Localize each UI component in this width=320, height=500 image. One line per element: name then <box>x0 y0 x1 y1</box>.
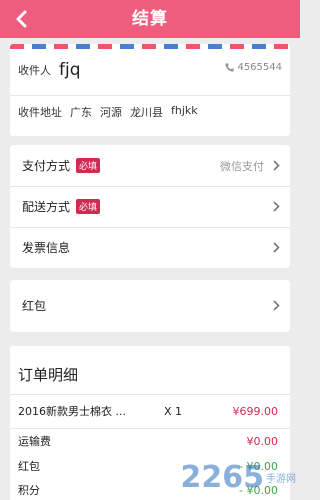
address-county: 龙川县 <box>130 106 163 119</box>
fee-label: 积分 <box>18 484 40 497</box>
watermark-text: 2265 <box>180 459 265 495</box>
airmail-border <box>10 44 290 49</box>
address-province: 广东 <box>70 106 92 119</box>
item-quantity: X 1 <box>164 404 183 418</box>
invoice-info-row[interactable]: 发票信息 <box>10 227 290 268</box>
address-detail: fhjkk <box>171 104 198 117</box>
required-badge: 必填 <box>76 199 101 214</box>
payment-method-value: 微信支付 <box>220 159 264 173</box>
address-city: 河源 <box>100 106 122 119</box>
chevron-right-icon <box>273 300 280 311</box>
payment-method-row[interactable]: 支付方式 必填 微信支付 <box>10 145 290 186</box>
fee-amount: ¥0.00 <box>246 434 279 448</box>
invoice-info-label: 发票信息 <box>22 241 71 255</box>
chevron-right-icon <box>273 201 280 212</box>
red-packet-card: 红包 <box>10 280 290 332</box>
divider <box>10 95 290 96</box>
watermark-subtext: 手游网 <box>266 473 296 485</box>
shipping-fee-row: 运输费 ¥0.00 <box>18 432 282 450</box>
red-packet-row[interactable]: 红包 <box>10 285 290 326</box>
delivery-method-row[interactable]: 配送方式 必填 <box>10 186 290 227</box>
recipient-row: 收件人 fjq 4565544 <box>18 58 282 82</box>
chevron-right-icon <box>273 242 280 253</box>
red-packet-label: 红包 <box>22 299 47 313</box>
order-details-title: 订单明细 <box>18 366 79 384</box>
delivery-method-label: 配送方式 <box>22 200 71 214</box>
top-bar: 结算 <box>0 0 300 38</box>
required-badge: 必填 <box>76 158 101 173</box>
order-item-row: 2016新款男士棉衣 ... X 1 ¥699.00 <box>18 402 282 420</box>
options-card: 支付方式 必填 微信支付 配送方式 必填 发票信息 <box>10 145 290 268</box>
phone-number: 4565544 <box>224 62 282 73</box>
item-name: 2016新款男士棉衣 ... <box>18 405 126 418</box>
fee-label: 红包 <box>18 460 40 473</box>
address-card[interactable]: 收件人 fjq 4565544 收件地址 广东 河源 龙川县 fhjkk <box>10 44 290 136</box>
divider <box>10 428 290 429</box>
fee-label: 运输费 <box>18 435 51 448</box>
recipient-name: fjq <box>59 60 81 80</box>
item-price: ¥699.00 <box>232 404 279 418</box>
chevron-right-icon <box>273 160 280 171</box>
address-label: 收件地址 <box>18 106 62 119</box>
divider <box>10 394 290 395</box>
address-row: 收件地址 广东 河源 龙川县 fhjkk <box>18 104 282 120</box>
recipient-label: 收件人 <box>18 64 51 77</box>
phone-icon <box>225 63 235 72</box>
payment-method-label: 支付方式 <box>22 159 71 173</box>
phone-text: 4565544 <box>237 62 282 73</box>
page-title: 结算 <box>132 9 168 29</box>
watermark: 2265 手游网 <box>146 458 297 496</box>
